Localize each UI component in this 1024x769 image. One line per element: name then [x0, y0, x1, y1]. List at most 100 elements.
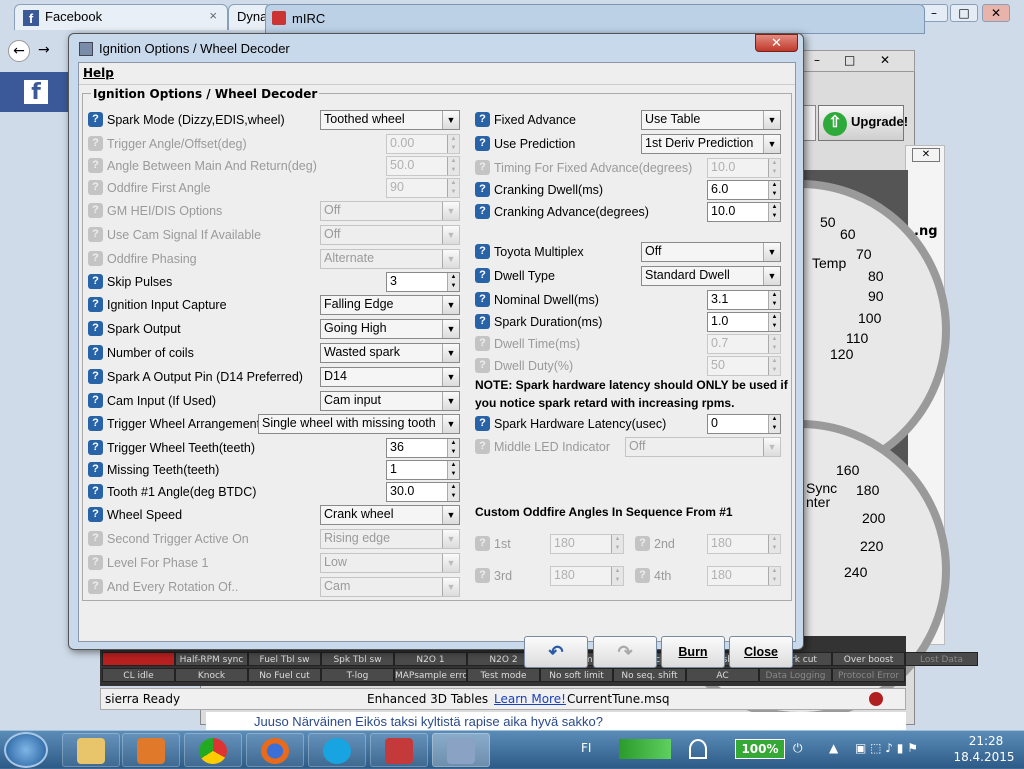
num-coils-select[interactable]: Wasted spark ▼ — [320, 343, 460, 363]
spinner-icon[interactable]: ▲ ▼ — [768, 203, 780, 221]
help-icon[interactable]: ? — [88, 484, 103, 499]
spinner-icon[interactable]: ▲ ▼ — [447, 461, 459, 479]
status-indicator: Lost Data — [905, 652, 978, 666]
chevron-down-icon: ▼ — [763, 243, 780, 261]
chevron-up-icon[interactable]: ▲ — [829, 741, 838, 755]
record-icon[interactable] — [869, 692, 883, 706]
tooth1-input[interactable]: 30.0 ▲ ▼ — [386, 482, 460, 502]
menu-help[interactable]: Help — [83, 66, 114, 80]
row-dwell-time: ? Dwell Time(ms) 0.7 ▲ ▼ — [475, 334, 785, 354]
spinner-icon[interactable]: ▲ ▼ — [768, 313, 780, 331]
wheel-speed-select[interactable]: Crank wheel ▼ — [320, 505, 460, 525]
dialog-titlebar[interactable]: Ignition Options / Wheel Decoder — [75, 38, 675, 58]
taskbar-explorer[interactable] — [62, 733, 120, 767]
close-icon[interactable]: ✕ — [755, 34, 798, 52]
tab-close-icon[interactable]: × — [209, 8, 217, 23]
spinner-icon[interactable]: ▲ ▼ — [447, 483, 459, 501]
tab-facebook[interactable]: f Facebook × — [14, 4, 228, 30]
help-icon[interactable]: ? — [88, 112, 103, 127]
close-icon[interactable]: ✕ — [912, 148, 940, 162]
spinner-icon[interactable]: ▲ ▼ — [447, 439, 459, 457]
cam-input-select[interactable]: Cam input ▼ — [320, 391, 460, 411]
language-indicator[interactable]: FI — [581, 741, 591, 755]
fixed-advance-select[interactable]: Use Table ▼ — [641, 110, 781, 130]
help-icon[interactable]: ? — [88, 274, 103, 289]
help-icon[interactable]: ? — [475, 136, 490, 151]
help-icon[interactable]: ? — [475, 112, 490, 127]
help-icon[interactable]: ? — [475, 204, 490, 219]
gauge-tick: 70 — [856, 246, 872, 262]
row-cam-input: ? Cam Input (If Used) Cam input ▼ — [88, 391, 463, 411]
help-icon[interactable]: ? — [88, 440, 103, 455]
taskbar-chrome[interactable] — [184, 733, 242, 767]
help-icon[interactable]: ? — [88, 321, 103, 336]
back-icon[interactable]: ← — [8, 40, 30, 62]
help-icon[interactable]: ? — [88, 507, 103, 522]
clock-date[interactable]: 18.4.2015 — [949, 750, 1019, 764]
help-icon[interactable]: ? — [475, 182, 490, 197]
nominal-dwell-input[interactable]: 3.1 ▲ ▼ — [707, 290, 781, 310]
use-prediction-select[interactable]: 1st Deriv Prediction ▼ — [641, 134, 781, 154]
close-button[interactable]: Close — [729, 636, 793, 668]
cranking-dwell-input[interactable]: 6.0 ▲ ▼ — [707, 180, 781, 200]
oddfire-phasing-value: Alternate — [324, 251, 375, 265]
taskbar-media[interactable] — [122, 733, 180, 767]
taskbar-skype[interactable] — [308, 733, 366, 767]
spark-output-value: Going High — [324, 321, 387, 335]
spark-mode-select[interactable]: Toothed wheel ▼ — [320, 110, 460, 130]
taskbar-tunerstudio[interactable] — [432, 733, 490, 767]
help-icon[interactable]: ? — [475, 416, 490, 431]
missing-teeth-input[interactable]: 1 ▲ ▼ — [386, 460, 460, 480]
facebook-icon: f — [23, 9, 39, 26]
signal-icon[interactable] — [619, 739, 671, 759]
help-icon[interactable]: ? — [88, 462, 103, 477]
plug-icon[interactable]: ⏻ — [793, 741, 803, 756]
help-icon[interactable]: ? — [475, 268, 490, 283]
start-icon[interactable] — [4, 732, 48, 768]
spinner-icon[interactable]: ▲ ▼ — [768, 291, 780, 309]
help-icon[interactable]: ? — [88, 345, 103, 360]
battery-indicator[interactable]: 100% — [735, 739, 785, 759]
skip-pulses-input[interactable]: 3 ▲ ▼ — [386, 272, 460, 292]
hw-latency-input[interactable]: 0 ▲ ▼ — [707, 414, 781, 434]
undo-button[interactable]: ↶ — [524, 636, 588, 668]
spark-a-pin-select[interactable]: D14 ▼ — [320, 367, 460, 387]
mirc-window-title[interactable]: mIRC — [265, 4, 925, 34]
tray-icons[interactable]: ▣ ⬚ ♪ ▮ ⚑ — [855, 741, 918, 755]
ign-input-select[interactable]: Falling Edge ▼ — [320, 295, 460, 315]
clock-time[interactable]: 21:28 — [961, 734, 1011, 748]
fixed-advance-value: Use Table — [645, 112, 701, 126]
taskbar-firefox[interactable] — [246, 733, 304, 767]
maximize-icon[interactable]: □ — [844, 53, 855, 67]
help-icon[interactable]: ? — [88, 369, 103, 384]
facebook-logo-icon[interactable]: f — [24, 80, 48, 105]
taskbar-mirc[interactable] — [370, 733, 428, 767]
spark-duration-input[interactable]: 1.0 ▲ ▼ — [707, 312, 781, 332]
help-icon[interactable]: ? — [475, 244, 490, 259]
spinner-icon[interactable]: ▲ ▼ — [447, 273, 459, 291]
field-label: Level For Phase 1 — [107, 556, 209, 570]
close-icon[interactable]: ✕ — [982, 4, 1010, 22]
spinner-icon[interactable]: ▲ ▼ — [768, 415, 780, 433]
dwell-type-select[interactable]: Standard Dwell ▼ — [641, 266, 781, 286]
help-icon[interactable]: ? — [88, 416, 103, 431]
learn-more-link[interactable]: Learn More! — [494, 692, 566, 706]
forward-icon[interactable]: → — [38, 42, 50, 58]
burn-button[interactable]: Burn — [661, 636, 725, 668]
close-icon[interactable]: ✕ — [880, 53, 890, 67]
spark-output-select[interactable]: Going High ▼ — [320, 319, 460, 339]
trigger-arrangement-select[interactable]: Single wheel with missing tooth ▼ — [258, 414, 460, 434]
help-icon[interactable]: ? — [475, 314, 490, 329]
minimize-icon[interactable]: – — [814, 53, 820, 67]
upgrade-button[interactable]: ⇧ Upgrade! — [818, 105, 908, 141]
maximize-icon[interactable]: □ — [950, 4, 978, 22]
toyota-multiplex-select[interactable]: Off ▼ — [641, 242, 781, 262]
dwell-time-value: 0.7 — [711, 336, 729, 350]
wireless-icon[interactable] — [689, 739, 707, 759]
cranking-advance-input[interactable]: 10.0 ▲ ▼ — [707, 202, 781, 222]
help-icon[interactable]: ? — [88, 297, 103, 312]
help-icon[interactable]: ? — [88, 393, 103, 408]
spinner-icon[interactable]: ▲ ▼ — [768, 181, 780, 199]
trigger-teeth-input[interactable]: 36 ▲ ▼ — [386, 438, 460, 458]
help-icon[interactable]: ? — [475, 292, 490, 307]
